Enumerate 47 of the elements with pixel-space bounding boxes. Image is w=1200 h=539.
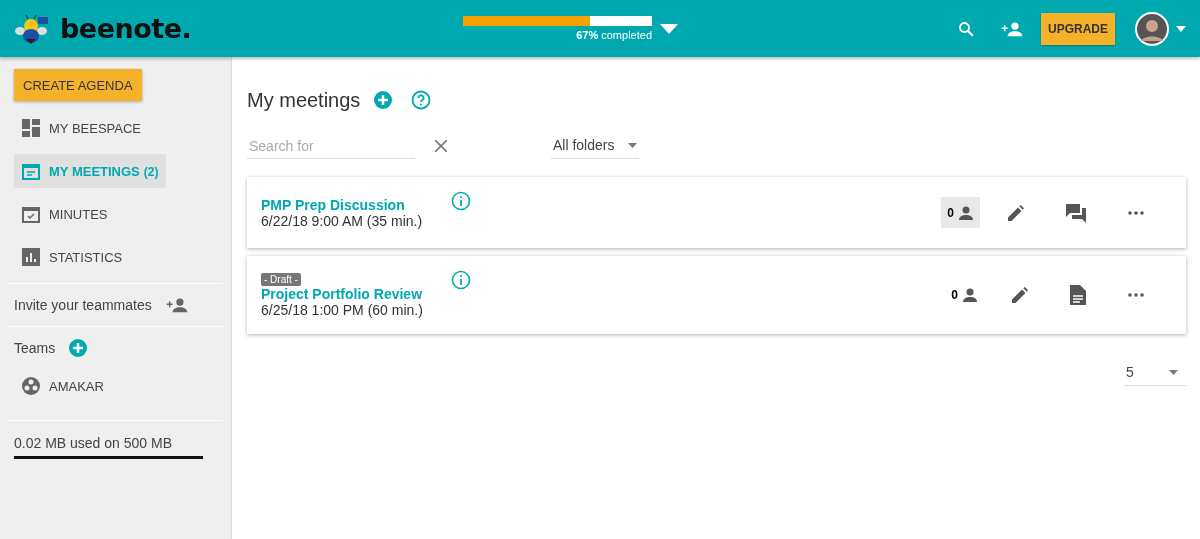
- person-icon: [962, 288, 978, 302]
- avatar-icon[interactable]: [1135, 11, 1169, 46]
- calendar-icon: [22, 162, 40, 180]
- participants-button[interactable]: 0: [945, 279, 984, 311]
- meeting-date: 6/22/18 9:00 AM (35 min.): [261, 212, 424, 229]
- page-title: My meetings: [247, 88, 361, 112]
- document-icon[interactable]: [1070, 285, 1086, 305]
- upgrade-button[interactable]: UPGRADE: [1041, 12, 1115, 45]
- bar-chart-icon: [22, 248, 40, 266]
- add-person-icon[interactable]: [1001, 20, 1023, 37]
- invite-label: Invite your teammates: [14, 297, 152, 313]
- pencil-icon[interactable]: [1008, 204, 1024, 221]
- team-item[interactable]: AMAKAR: [14, 369, 112, 403]
- folder-dropdown[interactable]: All folders: [551, 133, 640, 159]
- caret-icon: [1169, 369, 1178, 375]
- page-size-dropdown[interactable]: 5: [1124, 360, 1186, 386]
- add-person-icon[interactable]: [165, 297, 188, 313]
- info-icon[interactable]: [451, 191, 471, 211]
- caret-icon: [628, 142, 638, 148]
- nav-item[interactable]: MINUTES: [14, 197, 116, 231]
- nav-item[interactable]: STATISTICS: [14, 240, 131, 274]
- nav-item[interactable]: MY BEESPACE: [14, 111, 149, 145]
- storage-label: 0.02 MB used on 500 MB: [14, 435, 172, 451]
- progress-label: 67% completed: [576, 29, 652, 41]
- info-icon[interactable]: [451, 270, 471, 290]
- search-icon[interactable]: [957, 19, 975, 38]
- add-icon[interactable]: [69, 339, 88, 357]
- teams-label: Teams: [14, 340, 56, 356]
- pencil-icon[interactable]: [1012, 287, 1028, 303]
- search-field[interactable]: Search for: [247, 133, 415, 159]
- more-icon[interactable]: [1128, 293, 1144, 297]
- dashboard-icon: [22, 119, 40, 137]
- chat-icon[interactable]: [1066, 202, 1086, 223]
- calendar-check-icon: [22, 205, 40, 223]
- close-icon[interactable]: [435, 140, 447, 152]
- create-agenda-button[interactable]: CREATE AGENDA: [14, 69, 142, 101]
- participants-button[interactable]: 0: [941, 197, 980, 228]
- more-icon[interactable]: [1128, 210, 1144, 215]
- draft-badge: - Draft -: [261, 272, 301, 286]
- logo-text: beenote.: [60, 13, 192, 44]
- help-icon[interactable]: [411, 90, 432, 110]
- caret-icon[interactable]: [1176, 25, 1186, 32]
- add-icon[interactable]: [374, 91, 393, 109]
- meeting-date: 6/25/18 1:00 PM (60 min.): [261, 301, 424, 318]
- dropdown-arrow-icon[interactable]: [660, 23, 678, 34]
- person-icon: [958, 205, 974, 220]
- team-icon: [22, 377, 40, 395]
